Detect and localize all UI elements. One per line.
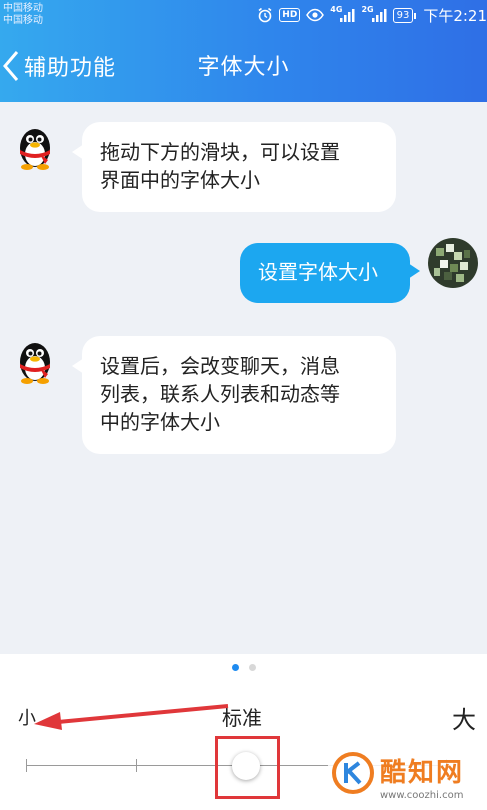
battery-icon: 93 — [392, 7, 417, 23]
message-bubble-3: 设置后，会改变聊天，消息 列表，联系人列表和动态等 中的字体大小 — [72, 336, 396, 454]
page-dot[interactable] — [248, 664, 256, 671]
carrier-label-2: 中国移动 — [3, 15, 43, 26]
alarm-icon — [257, 7, 273, 23]
slider-tick[interactable] — [136, 759, 137, 772]
qq-penguin-avatar — [20, 129, 50, 170]
annotation-arrow — [34, 704, 229, 730]
status-icons: HD 4G 2G 93 下午2:21 — [257, 4, 487, 26]
slider-tick[interactable] — [26, 759, 27, 772]
qq-penguin-avatar — [20, 343, 50, 384]
net-label-2g: 2G — [361, 5, 374, 14]
page-indicator — [0, 664, 487, 671]
message-line: 设置字体大小 — [258, 260, 378, 284]
carrier-label-1: 中国移动 — [3, 3, 43, 14]
page-dot-active[interactable] — [231, 664, 239, 671]
label-large: 大 — [452, 706, 476, 734]
message-bubble-2: 设置字体大小 — [240, 243, 420, 303]
annotation-box — [215, 736, 280, 799]
chat-preview: 拖动下方的滑块，可以设置 界面中的字体大小 设置字体大小 设置后，会改变聊天，消… — [0, 102, 487, 654]
coozhi-logo-icon — [332, 752, 374, 794]
message-line: 设置后，会改变聊天，消息 — [100, 354, 340, 378]
message-line: 界面中的字体大小 — [100, 168, 260, 192]
watermark-url: www.coozhi.com — [380, 790, 464, 801]
status-bar: 中国移动 中国移动 HD 4G 2G 93 下午2:21 — [0, 0, 487, 30]
net-label-4g: 4G — [330, 5, 343, 14]
watermark-name: 酷知网 — [380, 758, 465, 788]
message-line: 中的字体大小 — [100, 410, 220, 434]
signal-4g-icon: 4G — [330, 5, 355, 22]
message-bubble-1: 拖动下方的滑块，可以设置 界面中的字体大小 — [72, 122, 396, 212]
message-line: 拖动下方的滑块，可以设置 — [100, 140, 340, 164]
status-time: 下午2:21 — [423, 6, 487, 25]
title-bar: 辅助功能 字体大小 — [0, 30, 487, 102]
watermark: 酷知网 www.coozhi.com — [328, 746, 487, 810]
eye-icon — [306, 8, 325, 22]
message-line: 列表，联系人列表和动态等 — [100, 382, 340, 406]
page-title: 字体大小 — [197, 55, 290, 80]
hd-icon: HD — [279, 8, 301, 22]
signal-2g-icon: 2G — [361, 5, 387, 22]
top-bar: 中国移动 中国移动 HD 4G 2G 93 下午2:21 辅助功能 字体大小 — [0, 0, 487, 102]
user-avatar — [428, 238, 478, 288]
